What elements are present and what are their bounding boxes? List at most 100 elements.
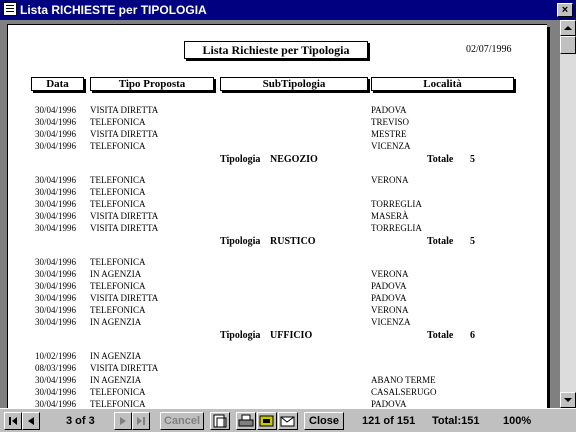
row-localita: PADOVA (371, 105, 407, 115)
zoom-button[interactable] (210, 412, 230, 430)
row-date: 30/04/1996 (35, 211, 77, 221)
zoom-level: 100% (503, 415, 532, 427)
summary-total-label: Totale (427, 330, 454, 341)
row-localita: VICENZA (371, 141, 411, 151)
row-tipo-proposta: TELEFONICA (90, 305, 146, 315)
previous-page-button[interactable] (22, 412, 40, 430)
row-localita: MESTRE (371, 129, 407, 139)
table-row: 30/04/1996 TELEFONICA PADOVA (8, 399, 548, 408)
table-row: 30/04/1996 VISITA DIRETTA PADOVA (8, 105, 548, 117)
table-row: 30/04/1996 VISITA DIRETTA MESTRE (8, 129, 548, 141)
row-localita: VICENZA (371, 317, 411, 327)
mail-button[interactable] (278, 412, 298, 430)
scroll-up-button[interactable] (560, 20, 576, 36)
close-button[interactable]: Close (304, 412, 344, 430)
row-localita: PADOVA (371, 281, 407, 291)
row-date: 30/04/1996 (35, 257, 77, 267)
arrow-down-icon (564, 398, 572, 402)
first-page-button[interactable] (4, 412, 22, 430)
table-row: 30/04/1996 TELEFONICA TREVISO (8, 117, 548, 129)
app-icon[interactable] (3, 2, 17, 16)
row-date: 30/04/1996 (35, 187, 77, 197)
table-row: 30/04/1996 IN AGENZIA VICENZA (8, 317, 548, 329)
summary-tipologia: UFFICIO (270, 330, 313, 341)
report-viewport: Lista Richieste per Tipologia 02/07/1996… (0, 20, 560, 408)
record-group: 30/04/1996 TELEFONICA VERONA 30/04/1996 TELE… (8, 175, 548, 249)
row-tipo-proposta: IN AGENZIA (90, 351, 142, 361)
table-row: 30/04/1996 IN AGENZIA VERONA (8, 269, 548, 281)
export-button[interactable] (257, 412, 277, 430)
summary-total: 5 (470, 236, 475, 247)
row-date: 30/04/1996 (35, 199, 77, 209)
scroll-down-button[interactable] (560, 392, 576, 408)
row-tipo-proposta: VISITA DIRETTA (90, 293, 159, 303)
row-tipo-proposta: TELEFONICA (90, 187, 146, 197)
row-tipo-proposta: VISITA DIRETTA (90, 129, 159, 139)
table-row: 30/04/1996 VISITA DIRETTA PADOVA (8, 293, 548, 305)
row-date: 30/04/1996 (35, 223, 77, 233)
row-tipo-proposta: TELEFONICA (90, 141, 146, 151)
summary-total: 5 (470, 154, 475, 165)
row-date: 30/04/1996 (35, 387, 77, 397)
summary-label: Tipologia (220, 236, 261, 247)
row-tipo-proposta: IN AGENZIA (90, 317, 142, 327)
row-localita: CASALSERUGO (371, 387, 437, 397)
table-row: 30/04/1996 TELEFONICA VERONA (8, 175, 548, 187)
row-tipo-proposta: TELEFONICA (90, 199, 146, 209)
report-title: Lista Richieste per Tipologia (184, 41, 368, 59)
summary-label: Tipologia (220, 330, 261, 341)
record-status: 121 of 151 (362, 415, 416, 427)
row-date: 30/04/1996 (35, 117, 77, 127)
summary-tipologia: NEGOZIO (270, 154, 318, 165)
table-row: 30/04/1996 IN AGENZIA ABANO TERME (8, 375, 548, 387)
vertical-scrollbar[interactable] (560, 20, 576, 408)
report-date: 02/07/1996 (466, 44, 512, 55)
row-date: 30/04/1996 (35, 281, 77, 291)
group-summary: Tipologia RUSTICO Totale 5 (8, 235, 548, 249)
next-page-icon (120, 417, 126, 425)
table-row: 30/04/1996 TELEFONICA VERONA (8, 305, 548, 317)
print-button[interactable] (236, 412, 256, 430)
next-page-button[interactable] (114, 412, 132, 430)
row-tipo-proposta: TELEFONICA (90, 387, 146, 397)
first-page-icon (9, 417, 17, 425)
report-page: Lista Richieste per Tipologia 02/07/1996… (7, 24, 547, 408)
row-localita: MASERÀ (371, 211, 409, 221)
table-row: 10/02/1996 IN AGENZIA (8, 351, 548, 363)
row-date: 30/04/1996 (35, 305, 77, 315)
window-close-button[interactable]: × (557, 3, 573, 17)
row-date: 30/04/1996 (35, 141, 77, 151)
row-localita: VERONA (371, 305, 409, 315)
title-bar: Lista RICHIESTE per TIPOLOGIA × (0, 0, 576, 20)
row-tipo-proposta: VISITA DIRETTA (90, 211, 159, 221)
group-summary: Tipologia UFFICIO Totale 6 (8, 329, 548, 343)
summary-total-label: Totale (427, 154, 454, 165)
row-localita: TORREGLIA (371, 223, 422, 233)
column-header-localita: Località (371, 77, 514, 91)
record-group: 30/04/1996 TELEFONICA 30/04/1996 IN AGENZIA… (8, 257, 548, 343)
last-page-button[interactable] (132, 412, 150, 430)
summary-label: Tipologia (220, 154, 261, 165)
row-date: 30/04/1996 (35, 129, 77, 139)
page-status: 3 of 3 (66, 415, 95, 427)
zoom-icon (213, 414, 227, 428)
row-localita: PADOVA (371, 399, 407, 408)
previous-page-icon (28, 417, 34, 425)
table-row: 30/04/1996 TELEFONICA TORREGLIA (8, 199, 548, 211)
row-localita: ABANO TERME (371, 375, 436, 385)
table-row: 30/04/1996 TELEFONICA (8, 257, 548, 269)
column-header-tipo-proposta: Tipo Proposta (90, 77, 214, 91)
summary-total-label: Totale (427, 236, 454, 247)
row-tipo-proposta: TELEFONICA (90, 257, 146, 267)
summary-total: 6 (470, 330, 475, 341)
cancel-button[interactable]: Cancel (160, 412, 204, 430)
table-row: 30/04/1996 VISITA DIRETTA TORREGLIA (8, 223, 548, 235)
table-row: 30/04/1996 TELEFONICA CASALSERUGO (8, 387, 548, 399)
row-date: 30/04/1996 (35, 375, 77, 385)
summary-tipologia: RUSTICO (270, 236, 316, 247)
preview-toolbar: 3 of 3 Cancel Close 121 of 151 Total:151… (0, 408, 576, 432)
window-title: Lista RICHIESTE per TIPOLOGIA (20, 3, 207, 17)
last-page-icon (137, 417, 145, 425)
scroll-thumb[interactable] (560, 36, 576, 54)
row-date: 30/04/1996 (35, 293, 77, 303)
